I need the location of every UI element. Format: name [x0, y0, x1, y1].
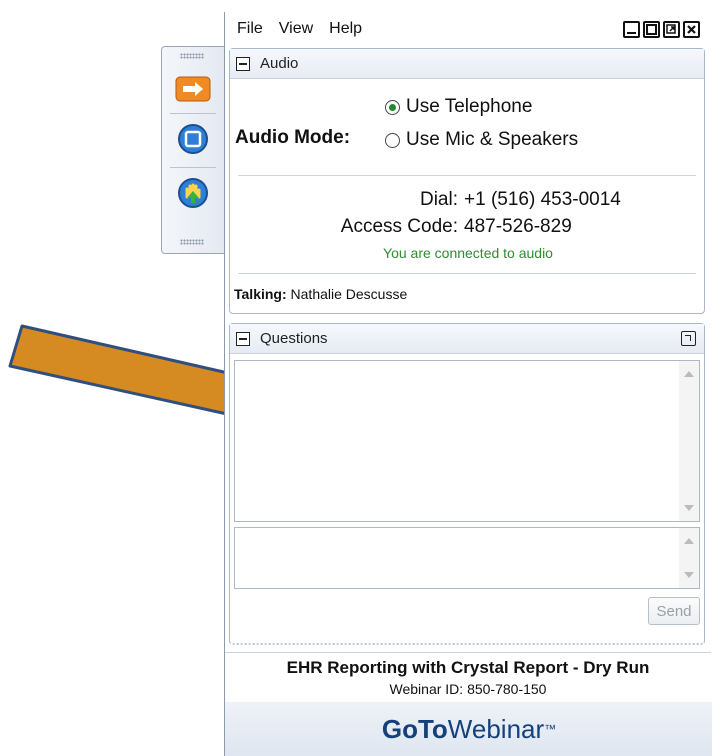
scroll-down-icon[interactable] [684, 505, 694, 511]
brand-webinar: Webinar [447, 713, 545, 744]
audio-divider [238, 273, 696, 274]
access-code-value: 487-526-829 [464, 216, 572, 237]
menu-file[interactable]: File [237, 20, 263, 38]
audio-status-text: You are connected to audio [383, 245, 553, 261]
radio-selected-icon[interactable] [385, 99, 400, 115]
radio-use-mic-speakers[interactable]: Use Mic & Speakers [385, 129, 578, 151]
maximize-button[interactable] [643, 21, 660, 38]
restore-icon [666, 24, 676, 34]
radio-label: Use Mic & Speakers [406, 129, 579, 150]
audio-divider [238, 175, 696, 176]
webinar-id: Webinar ID: 850-780-150 [389, 681, 547, 697]
questions-header-label: Questions [260, 330, 328, 347]
restore-button[interactable] [663, 21, 680, 38]
menu-help[interactable]: Help [329, 20, 362, 38]
close-button[interactable] [683, 21, 700, 38]
brand-goto: GoTo [381, 713, 448, 744]
toolbar-separator [170, 113, 216, 114]
send-button[interactable]: Send [648, 597, 700, 625]
audio-mode-label: Audio Mode: [235, 127, 351, 148]
dial-number: +1 (516) 453-0014 [464, 189, 621, 210]
webinar-info: EHR Reporting with Crystal Report - Dry … [225, 652, 711, 697]
gotowebinar-control-panel: File View Help Audio Audio Mode: Use Tel… [224, 12, 712, 756]
talking-indicator: Talking: Nathalie Descusse [234, 286, 407, 302]
popout-icon[interactable] [681, 331, 696, 346]
audio-panel: Audio Audio Mode: Use Telephone Use Mic … [229, 48, 705, 314]
talking-name: Nathalie Descusse [290, 286, 408, 302]
access-code-label: Access Code: [340, 216, 458, 237]
radio-unselected-icon[interactable] [385, 132, 400, 148]
brand-logo: GoTo Webinar ™ [225, 702, 712, 756]
collapse-icon[interactable] [236, 331, 250, 346]
talking-label: Talking: [234, 286, 287, 302]
window-controls [623, 21, 700, 38]
menu-view[interactable]: View [279, 20, 313, 38]
dial-label: Dial: [419, 189, 458, 210]
square-stop-icon [178, 124, 208, 154]
scroll-down-icon[interactable] [684, 572, 694, 578]
audio-header-label: Audio [260, 55, 299, 72]
question-input[interactable] [234, 527, 700, 589]
minimize-icon [627, 32, 636, 34]
audio-panel-header[interactable]: Audio [230, 49, 704, 79]
raise-hand-icon [178, 178, 208, 208]
toolbar-separator [170, 167, 216, 168]
close-icon [687, 25, 696, 34]
collapse-icon[interactable] [236, 56, 250, 71]
webinar-title: EHR Reporting with Crystal Report - Dry … [286, 658, 650, 677]
radio-use-telephone[interactable]: Use Telephone [385, 96, 532, 118]
questions-panel: Questions Send [229, 323, 705, 645]
scroll-up-icon[interactable] [684, 538, 694, 544]
radio-label: Use Telephone [406, 96, 533, 117]
question-input-scrollbar[interactable] [679, 528, 699, 588]
minimize-button[interactable] [623, 21, 640, 38]
toolbar-screen-button[interactable] [168, 119, 218, 159]
grip-handle-top[interactable] [180, 53, 204, 59]
maximize-icon [646, 24, 657, 35]
side-toolbar [161, 46, 225, 254]
questions-log[interactable] [234, 360, 700, 522]
orange-arrow-icon [175, 76, 211, 102]
scroll-up-icon[interactable] [684, 371, 694, 377]
questions-panel-header[interactable]: Questions [230, 324, 704, 354]
questions-log-scrollbar[interactable] [679, 361, 699, 521]
toolbar-show-panel-button[interactable] [168, 69, 218, 109]
brand-tm: ™ [544, 722, 557, 736]
toolbar-raise-hand-button[interactable] [168, 173, 218, 213]
grip-handle-bottom[interactable] [180, 239, 204, 245]
